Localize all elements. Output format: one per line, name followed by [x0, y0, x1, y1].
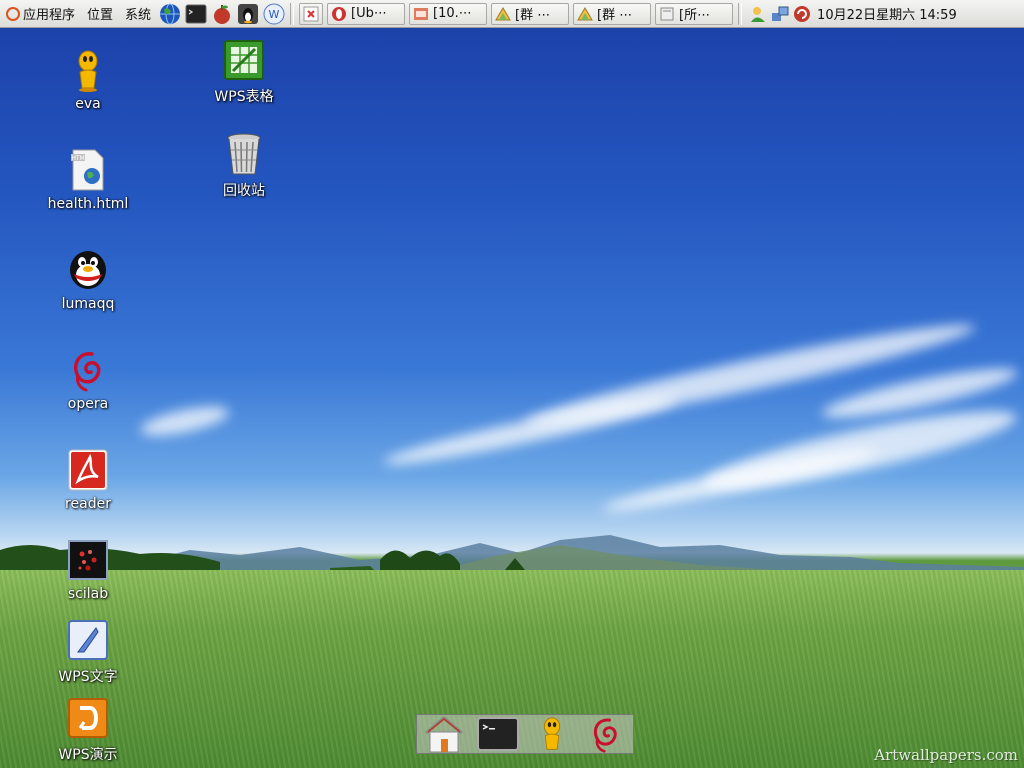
- globe-icon[interactable]: [159, 3, 181, 25]
- dock: [416, 714, 634, 754]
- desktop-icon-trash[interactable]: 回收站: [194, 132, 294, 200]
- dock-home[interactable]: [421, 715, 467, 753]
- desktop-icon-health-html[interactable]: HTM health.html: [38, 148, 138, 212]
- clock[interactable]: 10月22日星期六 14:59: [817, 4, 961, 23]
- dock-debian[interactable]: [583, 715, 629, 753]
- pdf-reader-icon: [66, 448, 110, 492]
- eva-penguin-icon: [543, 717, 561, 750]
- desktop-icon-wps-presentation[interactable]: WPS演示: [38, 696, 138, 764]
- eva-penguin-icon: [66, 48, 110, 92]
- screenshot-icon: [414, 7, 429, 20]
- group-chat-icon: [577, 6, 593, 20]
- dock-eva[interactable]: [529, 715, 575, 753]
- ubuntu-logo-icon: [6, 7, 20, 21]
- svg-text:W: W: [269, 8, 280, 21]
- apple-icon[interactable]: [211, 3, 233, 25]
- buddy-icon[interactable]: [749, 5, 767, 23]
- svg-text:HTM: HTM: [71, 155, 84, 162]
- wps-icon[interactable]: W: [263, 3, 285, 25]
- close-box-icon: [303, 6, 319, 21]
- html-file-icon: HTM: [66, 148, 110, 192]
- cloud: [138, 400, 232, 442]
- taskbar-button-close[interactable]: [299, 2, 324, 25]
- desktop-icon-eva[interactable]: eva: [38, 48, 138, 112]
- dock-terminal[interactable]: [475, 715, 521, 753]
- network-icon[interactable]: [771, 5, 789, 23]
- debian-swirl-icon: [593, 718, 617, 753]
- top-panel: 应用程序 位置 系统 W [Ub⋯ [10.⋯ [群 ⋯ [群 ⋯ [所⋯ 10…: [0, 0, 1024, 28]
- taskbar-button-file[interactable]: [所⋯: [655, 2, 734, 25]
- wps-writer-icon: [66, 618, 110, 662]
- penguin-icon[interactable]: [237, 3, 259, 25]
- panel-separator: [738, 2, 743, 25]
- menu-system[interactable]: 系统: [119, 4, 157, 23]
- desktop-icon-wps-spreadsheet[interactable]: WPS表格: [194, 38, 294, 106]
- wps-presentation-icon: [66, 696, 110, 740]
- desktop-icon-wps-writer[interactable]: WPS文字: [38, 618, 138, 686]
- debian-swirl-icon: [66, 348, 110, 392]
- group-chat-icon: [495, 6, 511, 20]
- desktop-icon-lumaqq[interactable]: lumaqq: [38, 248, 138, 312]
- wps-spreadsheet-icon: [222, 38, 266, 82]
- taskbar-button-group-chat-2[interactable]: [群 ⋯: [573, 2, 652, 25]
- cloud: [380, 389, 680, 473]
- terminal-icon[interactable]: [185, 3, 207, 25]
- update-icon[interactable]: [793, 5, 811, 23]
- desktop-icon-scilab[interactable]: scilab: [38, 538, 138, 602]
- cloud: [600, 441, 880, 519]
- home-icon: [425, 716, 463, 753]
- taskbar-button-ubuntu[interactable]: [Ub⋯: [327, 2, 406, 25]
- desktop-icon-reader[interactable]: reader: [38, 448, 138, 512]
- menu-applications[interactable]: 应用程序: [0, 4, 81, 23]
- system-tray: [747, 5, 813, 23]
- wallpaper-watermark: Artwallpapers.com: [874, 746, 1018, 764]
- file-icon: [660, 7, 674, 20]
- trash-icon: [222, 132, 266, 176]
- terminal-icon: [477, 717, 519, 751]
- opera-icon: [332, 6, 347, 21]
- scilab-icon: [66, 538, 110, 582]
- desktop[interactable]: 应用程序 位置 系统 W [Ub⋯ [10.⋯ [群 ⋯ [群 ⋯ [所⋯ 10…: [0, 0, 1024, 768]
- taskbar-button-group-chat-1[interactable]: [群 ⋯: [491, 2, 570, 25]
- qq-penguin-icon: [66, 248, 110, 292]
- panel-separator: [290, 2, 295, 25]
- desktop-icon-opera[interactable]: opera: [38, 348, 138, 412]
- menu-places[interactable]: 位置: [81, 4, 119, 23]
- taskbar-button-screenshot[interactable]: [10.⋯: [409, 2, 488, 25]
